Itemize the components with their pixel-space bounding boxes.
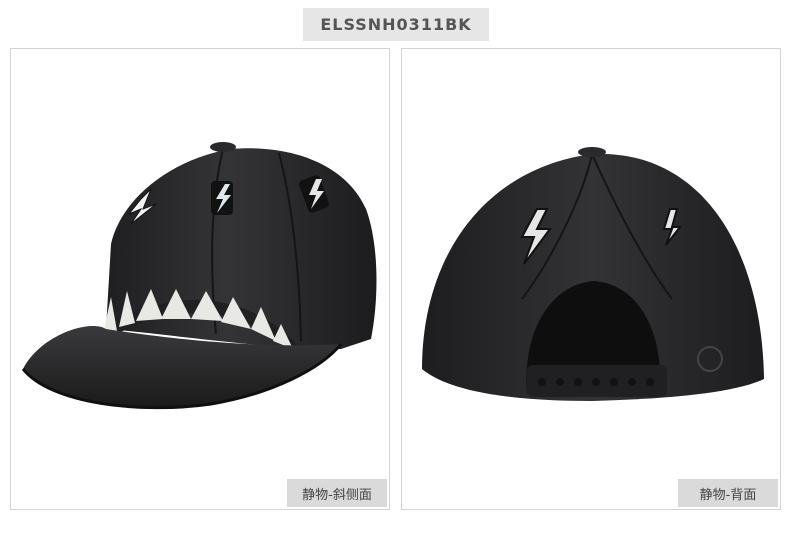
side-view-caption: 静物-斜侧面 — [287, 479, 387, 507]
back-view-panel: 静物-背面 — [401, 48, 781, 510]
side-view-cap-photo — [21, 142, 377, 410]
product-sku-label: ELSSNH0311BK — [303, 8, 489, 41]
back-view-caption: 静物-背面 — [678, 479, 778, 507]
side-view-panel: 静物-斜侧面 — [10, 48, 390, 510]
back-view-cap-photo — [422, 147, 764, 401]
